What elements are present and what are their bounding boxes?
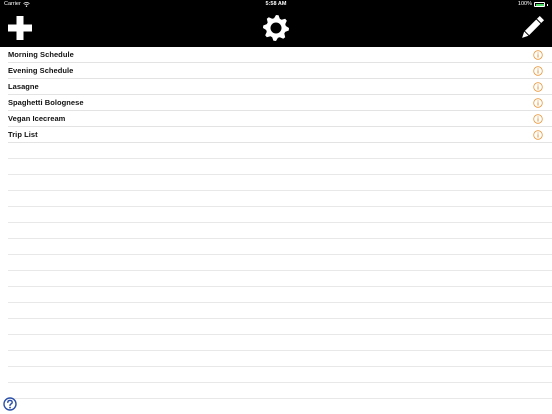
list-item[interactable]: Evening Schedule (8, 63, 552, 79)
info-icon[interactable] (533, 130, 543, 140)
empty-row (8, 271, 552, 287)
toolbar (0, 9, 552, 47)
info-icon[interactable] (533, 66, 543, 76)
empty-row (8, 239, 552, 255)
gear-icon (263, 15, 289, 41)
empty-row (8, 367, 552, 383)
list-item-label: Vegan Icecream (8, 114, 66, 123)
list-item[interactable]: Lasagne (8, 79, 552, 95)
empty-row (8, 335, 552, 351)
list-item-label: Lasagne (8, 82, 39, 91)
empty-row (8, 143, 552, 159)
list-item[interactable]: Vegan Icecream (8, 111, 552, 127)
battery-icon (534, 2, 545, 7)
edit-button[interactable] (516, 12, 548, 44)
status-bar: Carrier 5:58 AM 100% (0, 0, 552, 9)
list-item-label: Morning Schedule (8, 50, 74, 59)
list-item-label: Spaghetti Bolognese (8, 98, 84, 107)
schedule-list: Morning Schedule Evening Schedule Lasagn… (0, 47, 552, 143)
info-icon[interactable] (533, 98, 543, 108)
status-right: 100% (518, 0, 548, 9)
empty-row (8, 191, 552, 207)
question-icon[interactable] (3, 397, 17, 411)
empty-row (8, 207, 552, 223)
pencil-icon (522, 15, 545, 38)
info-icon[interactable] (533, 114, 543, 124)
list-item-label: Evening Schedule (8, 66, 74, 75)
settings-button[interactable] (260, 12, 292, 44)
add-button[interactable] (4, 12, 36, 44)
empty-row (8, 383, 552, 399)
empty-row (8, 319, 552, 335)
battery-percent: 100% (517, 1, 532, 7)
list-item[interactable]: Trip List (8, 127, 552, 143)
empty-table-area (8, 143, 552, 399)
empty-row (8, 175, 552, 191)
empty-row (8, 159, 552, 175)
empty-row (8, 255, 552, 271)
empty-row (8, 287, 552, 303)
battery-tip (547, 3, 548, 6)
status-time: 5:58 AM (265, 1, 287, 7)
empty-row (8, 351, 552, 367)
list-item[interactable]: Morning Schedule (8, 47, 552, 63)
empty-row (8, 223, 552, 239)
list-item-label: Trip List (8, 130, 38, 139)
info-icon[interactable] (533, 50, 543, 60)
battery-level (535, 3, 544, 6)
plus-icon (8, 16, 32, 40)
empty-row (8, 303, 552, 319)
list-item[interactable]: Spaghetti Bolognese (8, 95, 552, 111)
info-icon[interactable] (533, 82, 543, 92)
